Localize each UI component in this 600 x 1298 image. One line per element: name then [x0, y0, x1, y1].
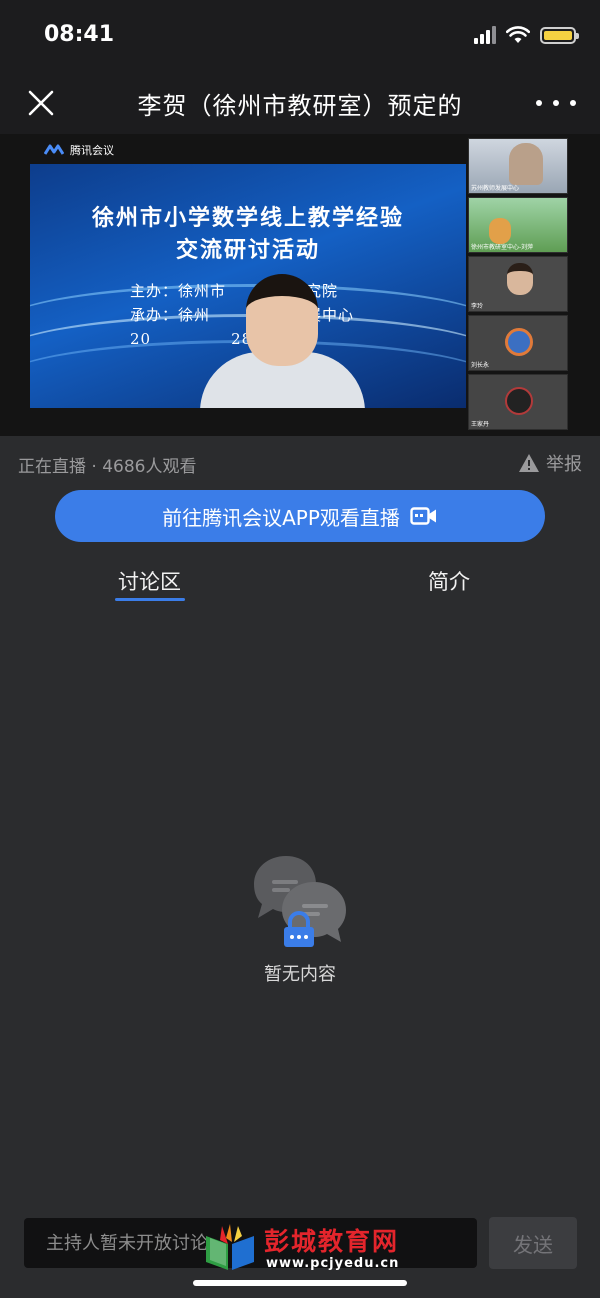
send-button[interactable]: 发送 — [489, 1217, 577, 1269]
more-button[interactable] — [536, 88, 576, 118]
participant-name: 李玲 — [471, 303, 484, 310]
speaker-video — [200, 274, 365, 408]
status-icons — [474, 26, 579, 44]
site-watermark: 彭城教育网 www.pcjyedu.cn — [200, 1222, 410, 1278]
participant-thumbnails: 苏州教师发展中心 徐州市教研室中心-刘萍 李玲 刘长永 王家丹 — [468, 138, 568, 433]
participant-name: 王家丹 — [471, 421, 490, 428]
tab-active-indicator — [115, 598, 185, 601]
participant-thumb[interactable]: 徐州市教研室中心-刘萍 — [468, 197, 568, 253]
report-label: 举报 — [546, 454, 582, 475]
empty-state-text: 暂无内容 — [264, 964, 336, 985]
tab-intro[interactable]: 简介 — [428, 566, 470, 596]
slide-title-line2: 交流研讨活动 — [175, 237, 320, 263]
battery-icon — [540, 26, 579, 44]
brand-label: 腾讯会议 — [70, 144, 114, 157]
nav-bar: 李贺（徐州市教研室）预定的 — [0, 72, 600, 134]
main-video-slide: 徐州市小学数学线上教学经验 交流研讨活动 主办：徐州市 科学研究院 承办：徐州 … — [30, 164, 466, 408]
home-indicator — [193, 1280, 407, 1286]
chat-locked-icon — [254, 856, 346, 947]
warning-icon — [519, 454, 539, 472]
page-title: 李贺（徐州市教研室）预定的 — [137, 92, 463, 120]
participant-name: 徐州市教研室中心-刘萍 — [471, 244, 534, 251]
video-camera-icon — [410, 507, 436, 525]
participant-name: 刘长永 — [471, 362, 490, 369]
watermark-url: www.pcjyedu.cn — [266, 1256, 400, 1271]
status-time: 08:41 — [44, 22, 115, 47]
participant-thumb[interactable]: 李玲 — [468, 256, 568, 312]
report-button[interactable]: 举报 — [518, 450, 582, 476]
slide-title-line1: 徐州市小学数学线上教学经验 — [91, 205, 404, 231]
participant-thumb[interactable]: 苏州教师发展中心 — [468, 138, 568, 194]
close-icon — [28, 90, 54, 116]
participant-name: 苏州教师发展中心 — [471, 185, 520, 192]
watermark-title: 彭城教育网 — [264, 1227, 400, 1256]
status-bar: 08:41 — [0, 0, 600, 72]
more-icon — [536, 100, 542, 106]
live-status: 正在直播 · 4686人观看 — [18, 457, 197, 477]
close-button[interactable] — [22, 84, 60, 122]
tencent-meeting-logo-icon — [44, 144, 64, 155]
wifi-icon — [506, 26, 530, 43]
participant-thumb[interactable]: 王家丹 — [468, 374, 568, 430]
open-app-button[interactable]: 前往腾讯会议APP观看直播 — [55, 490, 545, 542]
tab-discussion[interactable]: 讨论区 — [118, 566, 181, 596]
meeting-brand: 腾讯会议 — [44, 142, 114, 158]
book-logo-icon — [206, 1224, 254, 1270]
participant-thumb[interactable]: 刘长永 — [468, 315, 568, 371]
signal-icon — [474, 26, 496, 44]
video-player[interactable]: 腾讯会议 徐州市小学数学线上教学经验 交流研讨活动 主办：徐州市 科学研究院 承… — [0, 134, 600, 436]
open-app-label: 前往腾讯会议APP观看直播 — [162, 505, 400, 530]
